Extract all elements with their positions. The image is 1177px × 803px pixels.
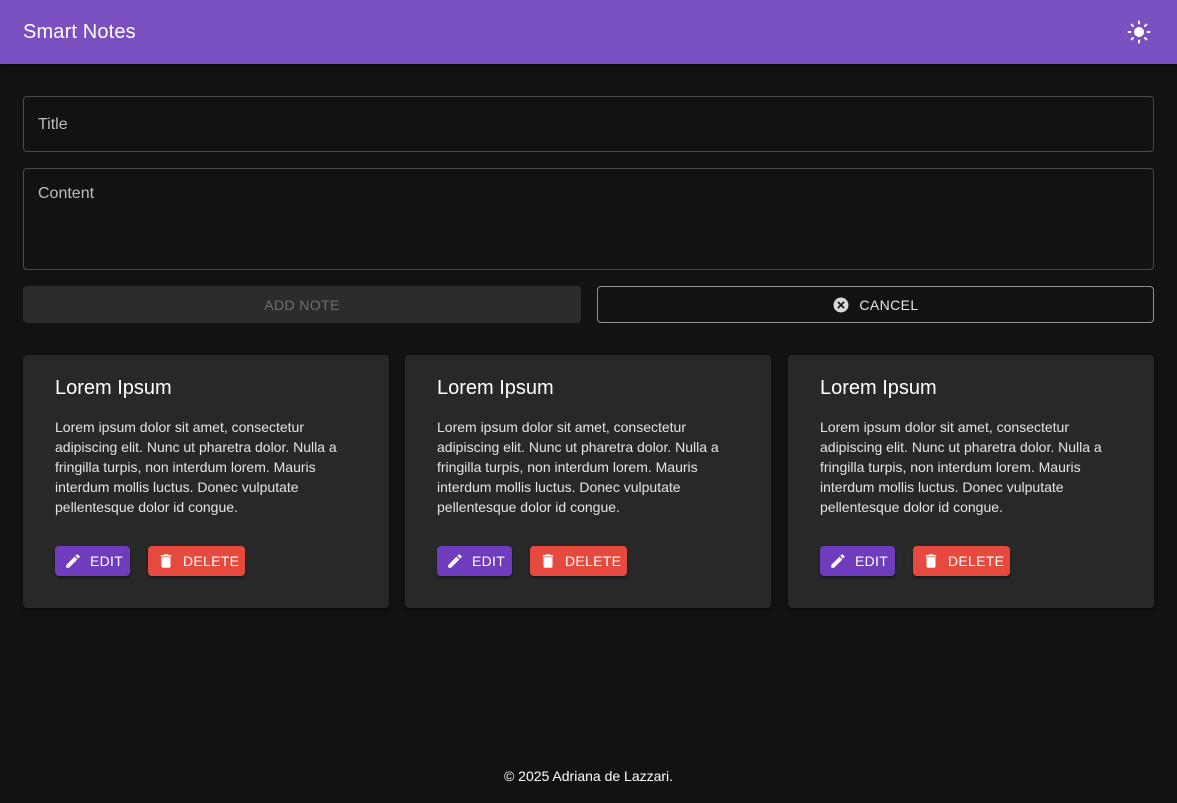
- edit-label: EDIT: [472, 553, 506, 569]
- note-title: Lorem Ipsum: [437, 377, 554, 399]
- cancel-button[interactable]: CANCEL: [597, 286, 1154, 323]
- note-actions: EDIT DELETE: [437, 546, 627, 576]
- edit-button[interactable]: EDIT: [55, 546, 130, 576]
- delete-label: DELETE: [948, 553, 1005, 569]
- note-card: Lorem Ipsum Lorem ipsum dolor sit amet, …: [23, 355, 389, 608]
- note-actions: EDIT DELETE: [55, 546, 245, 576]
- note-content: Lorem ipsum dolor sit amet, consectetur …: [55, 419, 337, 515]
- delete-label: DELETE: [183, 553, 240, 569]
- note-title: Lorem Ipsum: [55, 377, 172, 399]
- close-circle-icon: [832, 296, 850, 314]
- delete-button[interactable]: DELETE: [148, 546, 245, 576]
- trash-icon: [157, 552, 175, 570]
- app-bar: Smart Notes: [0, 0, 1177, 64]
- copyright-text: © 2025 Adriana de Lazzari.: [503, 768, 674, 784]
- app-root: Smart Notes Title Content ADD NOTE CANCE…: [0, 0, 1177, 803]
- note-actions: EDIT DELETE: [820, 546, 1010, 576]
- pencil-icon: [446, 552, 464, 570]
- note-content: Lorem ipsum dolor sit amet, consectetur …: [437, 419, 719, 515]
- theme-toggle-button[interactable]: [1119, 12, 1159, 52]
- trash-icon: [539, 552, 557, 570]
- note-card: Lorem Ipsum Lorem ipsum dolor sit amet, …: [405, 355, 771, 608]
- app-title: Smart Notes: [23, 20, 136, 43]
- title-input[interactable]: [24, 97, 1153, 151]
- delete-button[interactable]: DELETE: [913, 546, 1010, 576]
- title-field: [23, 96, 1154, 152]
- edit-label: EDIT: [90, 553, 124, 569]
- edit-button[interactable]: EDIT: [437, 546, 512, 576]
- edit-button[interactable]: EDIT: [820, 546, 895, 576]
- pencil-icon: [829, 552, 847, 570]
- edit-label: EDIT: [855, 553, 889, 569]
- add-note-button[interactable]: ADD NOTE: [23, 286, 581, 323]
- note-card: Lorem Ipsum Lorem ipsum dolor sit amet, …: [788, 355, 1154, 608]
- footer: © 2025 Adriana de Lazzari.: [0, 768, 1177, 784]
- content-field: [23, 168, 1154, 270]
- note-title: Lorem Ipsum: [820, 377, 937, 399]
- note-content: Lorem ipsum dolor sit amet, consectetur …: [820, 419, 1102, 515]
- add-note-label: ADD NOTE: [264, 296, 340, 313]
- delete-button[interactable]: DELETE: [530, 546, 627, 576]
- notes-grid: Lorem Ipsum Lorem ipsum dolor sit amet, …: [23, 355, 1154, 608]
- cancel-label: CANCEL: [859, 296, 919, 313]
- trash-icon: [922, 552, 940, 570]
- delete-label: DELETE: [565, 553, 622, 569]
- content-input[interactable]: [24, 169, 1153, 269]
- sun-icon: [1127, 20, 1151, 44]
- pencil-icon: [64, 552, 82, 570]
